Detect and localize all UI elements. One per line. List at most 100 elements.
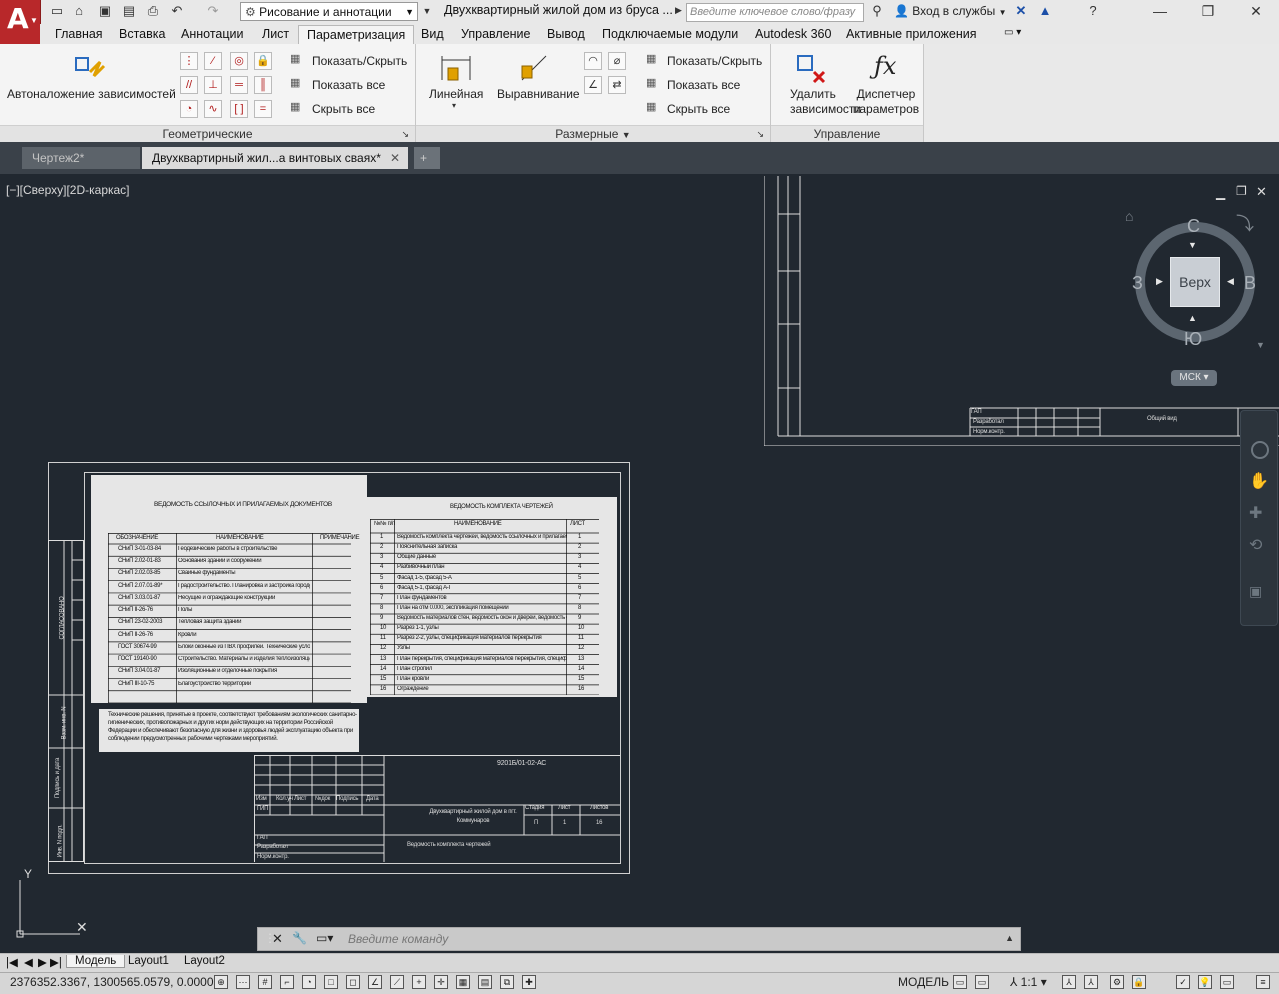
history-icon[interactable]: ▲	[1005, 933, 1014, 943]
arrow-down-icon[interactable]: ▼	[1188, 240, 1197, 250]
zoom-icon[interactable]: ✚	[1249, 503, 1262, 523]
autoscale-icon[interactable]: ⅄	[1084, 975, 1098, 989]
orbit-icon[interactable]: ⟲	[1249, 535, 1262, 555]
geo-hide-all-button[interactable]: Скрыть все	[312, 102, 375, 116]
fx-icon[interactable]: ƒx	[874, 52, 896, 80]
minimize-button[interactable]: —	[1140, 0, 1180, 22]
tab-layout[interactable]: Лист	[262, 27, 289, 41]
tab-plugins[interactable]: Подключаемые модули	[602, 27, 738, 41]
infer-icon[interactable]: ⊕	[214, 975, 228, 989]
delete-constraints-icon[interactable]	[796, 52, 828, 84]
tab-featured-apps[interactable]: Активные приложения	[846, 27, 977, 41]
dim-hide-all-button[interactable]: Скрыть все	[667, 102, 730, 116]
wrench-icon[interactable]: 🔧	[292, 931, 307, 945]
save-icon[interactable]: ▣	[96, 2, 114, 20]
chevron-down-icon[interactable]: ▾	[452, 101, 456, 110]
perpendicular-icon[interactable]: ⊥	[204, 76, 222, 94]
tab-home[interactable]: Главная	[55, 27, 103, 41]
customize-icon[interactable]: ≡	[1256, 975, 1270, 989]
close-icon[interactable]: ✕	[272, 931, 283, 947]
command-input[interactable]: Введите команду	[348, 932, 448, 946]
model-space-button[interactable]: МОДЕЛЬ	[898, 975, 949, 989]
steering-wheel-icon[interactable]	[1251, 441, 1269, 459]
hardware-icon[interactable]: ✓	[1176, 975, 1190, 989]
radius-icon[interactable]: ◠	[584, 52, 602, 70]
viewcube-top-face[interactable]: Верх	[1170, 257, 1220, 307]
osnap-icon[interactable]: □	[324, 975, 338, 989]
convert-icon[interactable]: ⇄	[608, 76, 626, 94]
linear-dim-icon[interactable]	[440, 52, 472, 84]
ribbon-toggle-icon[interactable]: ▭ ▾	[1004, 27, 1021, 38]
print-icon[interactable]: ⎙	[144, 2, 162, 20]
showmotion-icon[interactable]: ▣	[1249, 583, 1262, 600]
new-icon[interactable]: ▭	[48, 2, 66, 20]
help-icon[interactable]: ?	[1084, 2, 1102, 20]
dim-show-hide-button[interactable]: Показать/Скрыть	[667, 54, 762, 68]
nav-prev-icon[interactable]: ◀	[24, 955, 33, 969]
geo-show-hide-button[interactable]: Показать/Скрыть	[312, 54, 407, 68]
signin-button[interactable]: 👤 Вход в службы ▼	[894, 4, 1007, 18]
nav-next-icon[interactable]: ▶	[38, 955, 47, 969]
equal-icon[interactable]: =	[254, 100, 272, 118]
tab-model[interactable]: Модель	[66, 955, 126, 968]
horizontal-icon[interactable]: ═	[230, 76, 248, 94]
tab-insert[interactable]: Вставка	[119, 27, 165, 41]
angular-icon[interactable]: ∠	[584, 76, 602, 94]
isolate-icon[interactable]: 💡	[1198, 975, 1212, 989]
workspace-switch-icon[interactable]: ⚙	[1110, 975, 1124, 989]
doc-tab-drawing2[interactable]: Чертеж2*	[22, 147, 140, 169]
qp-icon[interactable]: ▤	[478, 975, 492, 989]
auto-constrain-label[interactable]: Автоналожение зависимостей	[7, 87, 176, 101]
workspace-selector[interactable]: ⚙ Рисование и аннотации ▼	[240, 2, 418, 21]
clean-screen-icon[interactable]: ▭	[1220, 975, 1234, 989]
auto-constrain-icon[interactable]	[74, 52, 106, 84]
ortho-icon[interactable]: ⌐	[280, 975, 294, 989]
close-button[interactable]: ✕	[1236, 0, 1276, 22]
wcs-menu[interactable]: МСК ▾	[1171, 370, 1217, 386]
open-icon[interactable]: ⌂	[70, 2, 88, 20]
dialog-launcher-icon[interactable]: ↘	[401, 126, 409, 143]
qat-more-icon[interactable]: ▼	[418, 2, 436, 20]
prompt-icon[interactable]: ▭▾	[316, 931, 333, 945]
compass-south[interactable]: Ю	[1184, 329, 1202, 350]
compass-west[interactable]: З	[1132, 273, 1143, 294]
tangent-icon[interactable]: ◔	[180, 100, 198, 118]
3dosnap-icon[interactable]: ◻	[346, 975, 360, 989]
arrow-left-icon[interactable]: ◀	[1227, 276, 1234, 287]
annotation-visibility-icon[interactable]: ⅄	[1062, 975, 1076, 989]
lock-icon[interactable]: 🔒	[1132, 975, 1146, 989]
quick-view-drawings-icon[interactable]: ▭	[975, 975, 989, 989]
ducs-icon[interactable]: ⟋	[390, 975, 404, 989]
am-icon[interactable]: ✚	[522, 975, 536, 989]
fix-icon[interactable]: 🔒	[254, 52, 272, 70]
undo-icon[interactable]: ↶	[168, 2, 186, 20]
collinear-icon[interactable]: ⁄	[204, 52, 222, 70]
vertical-icon[interactable]: ║	[254, 76, 272, 94]
expand-icon[interactable]: ▶	[675, 5, 682, 16]
geo-show-all-button[interactable]: Показать все	[312, 78, 385, 92]
diameter-icon[interactable]: ⌀	[608, 52, 626, 70]
saveas-icon[interactable]: ▤	[120, 2, 138, 20]
parallel-icon[interactable]: //	[180, 76, 198, 94]
arrow-up-icon[interactable]: ▲	[1188, 313, 1197, 323]
compass-north[interactable]: С	[1187, 216, 1200, 237]
home-icon[interactable]: ⌂	[1125, 208, 1133, 224]
exchange-icon[interactable]: ✕	[1012, 2, 1030, 20]
quick-view-layouts-icon[interactable]: ▭	[953, 975, 967, 989]
annotation-scale[interactable]: ⅄ 1:1 ▾	[1010, 975, 1047, 989]
otrack-icon[interactable]: ∠	[368, 975, 382, 989]
nav-first-icon[interactable]: |◀	[6, 955, 18, 969]
coordinates-readout[interactable]: 2376352.3367, 1300565.0579, 0.0000	[10, 975, 214, 989]
lwt-icon[interactable]: ✛	[434, 975, 448, 989]
viewport-controls[interactable]: [−][Сверху][2D-каркас]	[6, 183, 130, 197]
tpy-icon[interactable]: ▦	[456, 975, 470, 989]
dialog-launcher-icon[interactable]: ↘	[756, 126, 764, 143]
tab-layout1[interactable]: Layout1	[128, 955, 169, 967]
rotate-icon[interactable]: ⤵	[1236, 210, 1254, 236]
a360-icon[interactable]: ▲	[1036, 2, 1054, 20]
coincident-icon[interactable]: ⋮	[180, 52, 198, 70]
sc-icon[interactable]: ⧉	[500, 975, 514, 989]
application-menu-button[interactable]: A ▼	[0, 0, 41, 44]
polar-icon[interactable]: ◔	[302, 975, 316, 989]
dim-show-all-button[interactable]: Показать все	[667, 78, 740, 92]
